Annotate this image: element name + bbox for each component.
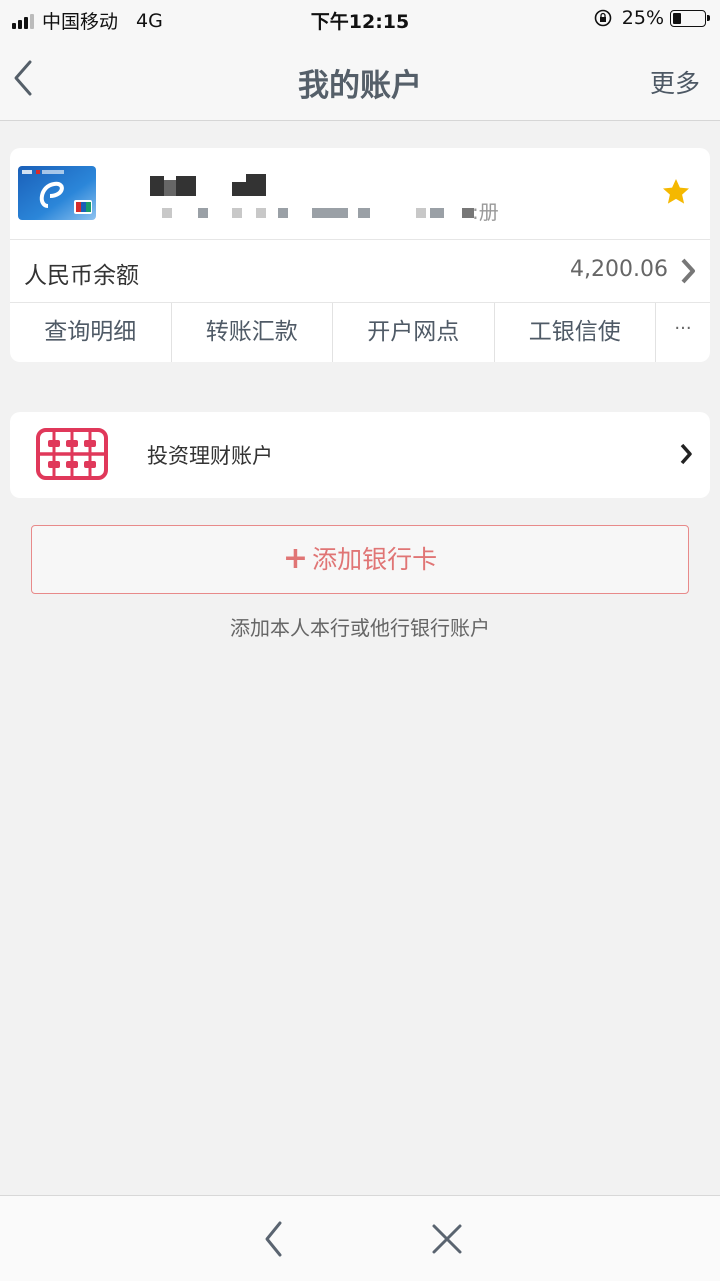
invest-account-row[interactable]: 投资理财账户 bbox=[10, 412, 710, 498]
battery-icon bbox=[670, 9, 710, 27]
bottom-bar bbox=[0, 1195, 720, 1281]
masked-card-number bbox=[160, 208, 480, 222]
status-bar: 中国移动 4G 下午12:15 25% bbox=[0, 0, 720, 40]
status-right: 25% bbox=[594, 7, 710, 29]
add-bank-card-label: 添加银行卡 bbox=[312, 545, 438, 574]
add-card-hint: 添加本人本行或他行银行账户 bbox=[230, 616, 490, 640]
masked-account-name bbox=[140, 170, 280, 198]
star-icon[interactable] bbox=[660, 176, 692, 208]
account-card-header[interactable]: :册 bbox=[10, 148, 710, 240]
query-details-button[interactable]: 查询明细 bbox=[10, 303, 172, 362]
account-card: :册 人民币余额 4,200.06 查询明细 转账汇款 开户网点 工银信使 ··… bbox=[10, 148, 710, 362]
account-actions: 查询明细 转账汇款 开户网点 工银信使 ··· bbox=[10, 303, 710, 362]
invest-account-label: 投资理财账户 bbox=[147, 444, 273, 468]
card-status-text: :册 bbox=[472, 200, 499, 224]
back-chevron-icon[interactable] bbox=[258, 1218, 290, 1260]
page-title: 我的账户 bbox=[298, 68, 422, 104]
chevron-right-icon bbox=[680, 443, 692, 465]
balance-row[interactable]: 人民币余额 4,200.06 bbox=[10, 240, 710, 303]
more-button[interactable]: 更多 bbox=[650, 64, 700, 100]
abacus-icon bbox=[36, 428, 108, 480]
nav-bar: 我的账户 更多 bbox=[0, 40, 720, 121]
bank-card-image bbox=[18, 166, 96, 220]
rotation-lock-icon bbox=[594, 9, 612, 27]
transfer-button[interactable]: 转账汇款 bbox=[172, 303, 333, 362]
plus-icon: + bbox=[282, 541, 309, 576]
branch-button[interactable]: 开户网点 bbox=[333, 303, 495, 362]
balance-label: 人民币余额 bbox=[24, 263, 139, 289]
chevron-right-icon bbox=[681, 258, 695, 284]
icbc-messenger-button[interactable]: 工银信使 bbox=[495, 303, 656, 362]
add-bank-card-button[interactable]: + 添加银行卡 bbox=[31, 525, 689, 594]
balance-value: 4,200.06 bbox=[570, 257, 668, 282]
more-actions-button[interactable]: ··· bbox=[656, 303, 710, 362]
close-icon[interactable] bbox=[430, 1222, 464, 1256]
battery-percent: 25% bbox=[621, 7, 664, 29]
